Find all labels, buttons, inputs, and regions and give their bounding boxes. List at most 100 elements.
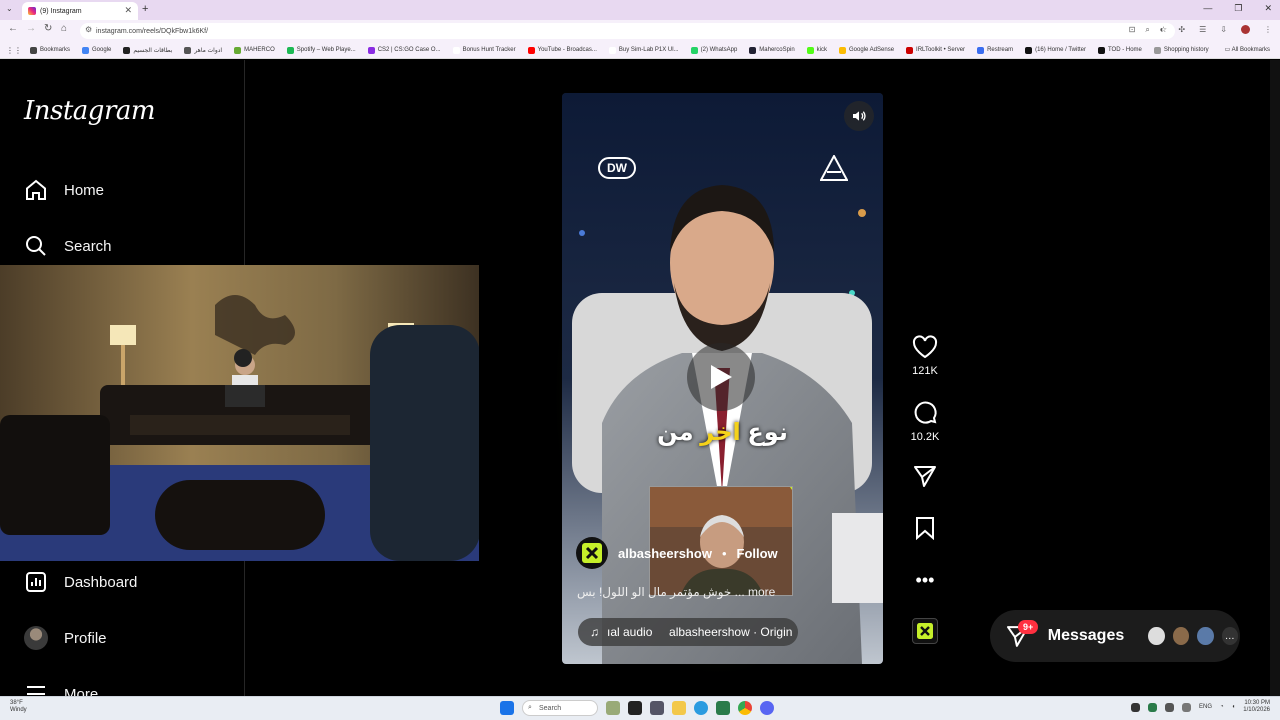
new-tab-icon[interactable]: + [142, 3, 148, 15]
bookmark-item[interactable]: kick [806, 46, 827, 54]
bookmark-label: IRLToolkit • Server [916, 47, 966, 53]
wifi-icon[interactable]: ◔ [1220, 704, 1224, 710]
messages-button[interactable]: 9+ Messages … [990, 610, 1240, 662]
clock[interactable]: 10:30 PM 1/10/2026 [1243, 700, 1270, 714]
bookmark-item[interactable]: Bookmarks [30, 46, 70, 54]
audio-link[interactable]: ♫ ıal audio albasheershow · Origin [578, 618, 798, 646]
audio-thumbnail[interactable] [912, 618, 938, 644]
extension-icon[interactable]: ◐ [1160, 25, 1165, 34]
bookmark-item[interactable]: Buy Sim-Lab P1X Ul... [608, 46, 679, 54]
bookmark-item[interactable]: CS2 | CS:GO Case O... [367, 46, 441, 54]
tray-app-icon[interactable] [1131, 702, 1141, 712]
install-icon[interactable]: ⊡ [1129, 25, 1136, 35]
separator-dot: • [721, 545, 727, 561]
sidebar-item-profile[interactable]: Profile [24, 623, 107, 653]
music-note-icon: ♫ [590, 625, 599, 639]
language-indicator[interactable]: ENG [1199, 704, 1212, 710]
tray-app-icon[interactable] [1165, 702, 1175, 712]
play-button[interactable] [687, 343, 755, 411]
share-icon[interactable] [913, 464, 937, 488]
page-scrollbar[interactable] [1270, 60, 1280, 696]
bookmark-item[interactable]: بطاقات الجسيم [123, 46, 172, 54]
comment-icon[interactable] [912, 399, 938, 425]
file-explorer-icon[interactable] [672, 701, 686, 715]
minimize-icon[interactable]: — [1203, 3, 1212, 14]
bookmark-item[interactable]: MahercoSpin [749, 46, 795, 54]
instagram-page: Instagram Home Search Dashboard Profile [0, 60, 1280, 696]
bookmark-item[interactable]: Restream [977, 46, 1013, 54]
close-tab-icon[interactable]: ✕ [124, 5, 132, 16]
close-window-icon[interactable]: ✕ [1264, 3, 1272, 14]
profile-avatar-icon[interactable] [1241, 25, 1250, 34]
all-bookmarks[interactable]: ▭ All Bookmarks [1225, 46, 1270, 53]
puzzle-icon[interactable]: ✣ [1178, 25, 1185, 34]
system-tray: ENG ◔ ◖ 10:30 PM 1/10/2026 [1131, 700, 1270, 714]
bookmark-favicon-icon [123, 46, 131, 54]
widgets-icon[interactable] [606, 701, 620, 715]
heart-icon[interactable] [912, 335, 938, 359]
volume-icon[interactable]: ◖ [1232, 704, 1236, 710]
unread-badge: 9+ [1018, 620, 1039, 634]
bookmark-item[interactable]: ادوات ماهر [184, 46, 222, 54]
home-browser-icon[interactable]: ⌂ [61, 23, 67, 34]
bookmark-item[interactable]: Shopping history [1153, 46, 1209, 54]
comment-action: 10.2K [908, 399, 942, 443]
account-avatar[interactable] [576, 537, 608, 569]
bookmark-label: MahercoSpin [759, 47, 795, 53]
reel-caption[interactable]: خوش مؤتمر مال الو اللول! بس ... more [577, 585, 877, 599]
sidebar-item-search[interactable]: Search [24, 231, 112, 261]
url-field[interactable]: ⚙ instagram.com/reels/DQkFbw1k6Kf/ ⊡ ⌕ ☆ [80, 23, 1175, 39]
message-avatar [1146, 625, 1167, 647]
sidebar-item-dashboard[interactable]: Dashboard [24, 567, 137, 597]
chrome-icon[interactable] [738, 701, 752, 715]
back-icon[interactable]: ← [8, 23, 18, 34]
reel-video[interactable]: DW نوع اخر من albasheershow • Follow خوش… [562, 93, 883, 664]
message-avatar [1170, 625, 1192, 647]
account-name-link[interactable]: albasheershow [618, 546, 712, 561]
bookmark-item[interactable]: IRLToolkit • Server [906, 46, 966, 54]
browser-menu-icon[interactable]: ⋮ [1264, 25, 1272, 34]
bookmark-label: Google [92, 47, 112, 53]
cast-icon[interactable]: ☰ [1199, 25, 1206, 34]
site-info-icon[interactable]: ⚙ [85, 25, 92, 34]
follow-button[interactable]: Follow [737, 546, 778, 561]
reload-icon[interactable]: ↻ [44, 23, 52, 34]
browser-tab[interactable]: (9) Instagram ✕ [22, 2, 138, 20]
app-icon[interactable] [650, 701, 664, 715]
audio-toggle-button[interactable] [844, 101, 874, 131]
bookmark-item[interactable]: Google [82, 46, 112, 54]
bookmark-item[interactable]: YouTube - Broadcas... [527, 46, 597, 54]
bookmark-item[interactable]: (16) Home / Twitter [1025, 46, 1086, 54]
app-icon[interactable] [716, 701, 730, 715]
start-icon[interactable] [500, 701, 514, 715]
zoom-icon[interactable]: ⌕ [1145, 25, 1149, 35]
more-options-icon[interactable]: ••• [908, 570, 942, 591]
forward-icon[interactable]: → [26, 23, 36, 34]
sidebar-item-more[interactable]: More [24, 679, 98, 696]
app-icon[interactable] [628, 701, 642, 715]
bookmark-item[interactable]: Google AdSense [839, 46, 894, 54]
bookmark-label: Bonus Hunt Tracker [462, 47, 516, 53]
taskbar-search[interactable]: ⌕ Search [522, 700, 598, 716]
sidebar-item-home[interactable]: Home [24, 175, 104, 205]
instagram-logo[interactable]: Instagram [24, 96, 156, 126]
webcam-scene-image [0, 265, 479, 561]
discord-icon[interactable] [760, 701, 774, 715]
bookmark-item[interactable]: Bonus Hunt Tracker [452, 46, 516, 54]
weather-widget[interactable]: 38°F Windy [10, 700, 27, 714]
maximize-icon[interactable]: ❐ [1234, 3, 1242, 14]
apps-icon[interactable]: ⋮⋮ [6, 46, 22, 55]
more-avatars-icon: … [1219, 625, 1240, 647]
bookmark-item[interactable]: (2) WhatsApp [690, 46, 737, 54]
tab-search-icon[interactable]: ⌄ [6, 4, 13, 13]
bookmark-item[interactable]: MAHERCO [234, 46, 275, 54]
bookmark-item[interactable]: Spotify – Web Playe... [286, 46, 356, 54]
tray-app-icon[interactable] [1148, 702, 1158, 712]
bookmark-label: Shopping history [1163, 47, 1209, 53]
bookmark-item[interactable]: TOD - Home [1097, 46, 1142, 54]
bookmark-icon[interactable] [915, 516, 935, 540]
download-icon[interactable]: ⇩ [1220, 25, 1227, 34]
edge-icon[interactable] [694, 701, 708, 715]
tray-app-icon[interactable] [1182, 702, 1192, 712]
audio-label: ıal audio albasheershow · Origin [607, 625, 793, 639]
